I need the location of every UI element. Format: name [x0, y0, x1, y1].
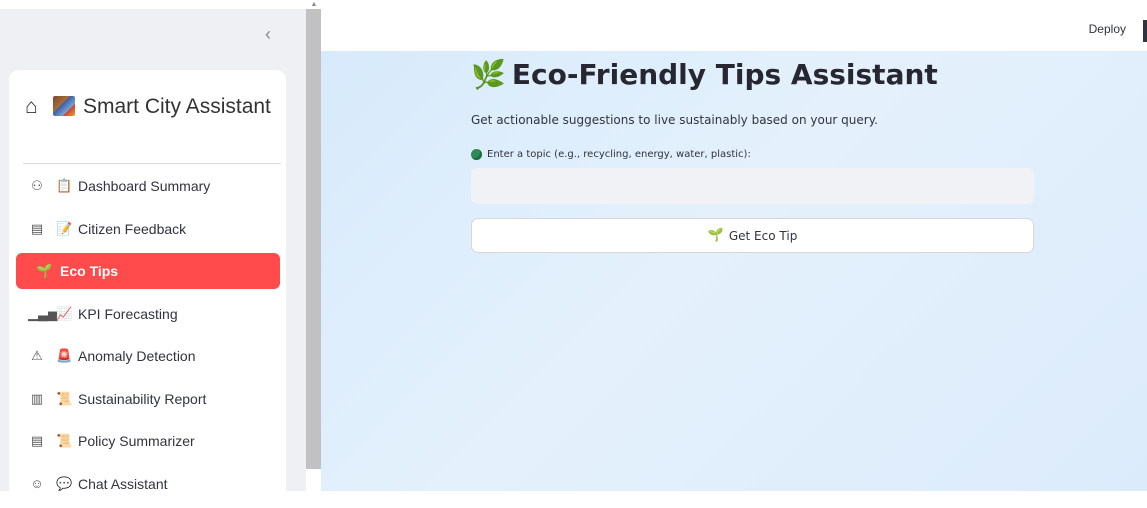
get-eco-tip-button[interactable]: 🌱 Get Eco Tip — [471, 218, 1034, 253]
scroll-up-arrow[interactable]: ▲ — [309, 0, 319, 9]
sidebar-item-emoji-icon: 💬 — [56, 475, 73, 491]
menu-edge[interactable] — [1143, 20, 1147, 42]
sidebar-item-emoji-icon: 🌱 — [36, 263, 53, 278]
chevron-left-icon: ‹ — [265, 24, 271, 44]
sidebar-item-label: Anomaly Detection — [78, 348, 196, 364]
sidebar-item[interactable]: ⚠ 🚨 Anomaly Detection — [16, 338, 280, 374]
city-icon — [53, 96, 75, 116]
home-icon: ⌂ — [25, 95, 38, 118]
sidebar-item-icon: ▥ — [30, 390, 44, 406]
sidebar-item-label: Citizen Feedback — [78, 220, 187, 237]
sidebar: ‹ ⌂ Smart City Assistant ⚇ 📋 Dashboard Summ… — [0, 9, 306, 500]
sidebar-item[interactable]: ☺ 💬 Chat Assistant — [16, 466, 280, 502]
sidebar-item-emoji-icon: 📋 — [56, 178, 73, 193]
sidebar-item-icon: ☺ — [30, 476, 44, 491]
sidebar-item-icon: ⚇ — [31, 178, 43, 193]
leaf-icon: 🌿 — [471, 58, 506, 91]
page-subtitle: Get actionable suggestions to live susta… — [471, 113, 878, 127]
sidebar-item-emoji-icon: 📈 — [56, 305, 73, 321]
sidebar-scrollbar[interactable] — [306, 9, 321, 469]
sidebar-item-icon: ▁▃▅ — [28, 305, 58, 321]
sidebar-item-emoji-icon: 📝 — [56, 220, 73, 236]
sidebar-item-label: Eco Tips — [60, 263, 119, 279]
sidebar-item-label: Policy Summarizer — [78, 433, 195, 449]
sidebar-item-icon: ▤ — [30, 220, 44, 236]
sidebar-item-label: Sustainability Report — [78, 390, 207, 407]
input-label: Enter a topic (e.g., recycling, energy, … — [471, 149, 751, 160]
sidebar-item-emoji-icon: 📜 — [56, 433, 73, 448]
sprout-icon: 🌱 — [707, 228, 724, 243]
sidebar-item[interactable]: ▤ 📝 Citizen Feedback — [16, 211, 280, 247]
sidebar-item-emoji-icon: 🚨 — [56, 348, 73, 363]
sidebar-item-icon: ⚠ — [31, 348, 43, 363]
nav-card: ⌂ Smart City Assistant ⚇ 📋 Dashboard Summar… — [9, 70, 286, 500]
page-title-text: Eco-Friendly Tips Assistant — [511, 58, 938, 91]
get-eco-tip-label: Get Eco Tip — [728, 228, 798, 243]
collapse-sidebar-button[interactable]: ‹ — [258, 24, 278, 44]
nav-header: ⌂ Smart City Assistant — [25, 91, 275, 122]
sidebar-item-emoji-icon: 📜 — [56, 390, 73, 406]
divider — [23, 163, 281, 164]
page-title: 🌿 Eco-Friendly Tips Assistant — [471, 58, 938, 91]
sidebar-item-label: Dashboard Summary — [78, 178, 211, 194]
sidebar-item-label: Chat Assistant — [78, 475, 168, 492]
sidebar-item[interactable]: ▤ 📜 Policy Summarizer — [16, 423, 280, 459]
sidebar-item-icon: ▤ — [30, 433, 44, 448]
green-circle-icon — [471, 149, 482, 160]
sidebar-item[interactable]: ▥ 📜 Sustainability Report — [16, 381, 280, 417]
input-label-text: Enter a topic (e.g., recycling, energy, … — [487, 149, 751, 160]
nav-list: ⚇ 📋 Dashboard Summary ▤ 📝 Citizen Feedback 🌱 Ec… — [16, 168, 280, 508]
main-content: 🌿 Eco-Friendly Tips Assistant Get actiona… — [321, 51, 1147, 491]
topic-input[interactable] — [471, 168, 1034, 204]
sidebar-item[interactable]: ⚇ 📋 Dashboard Summary — [16, 168, 280, 204]
sidebar-item[interactable]: ▁▃▅ 📈 KPI Forecasting — [16, 296, 280, 332]
nav-header-title: Smart City Assistant — [83, 95, 271, 118]
deploy-button[interactable]: Deploy — [1089, 22, 1126, 36]
sidebar-item[interactable]: 🌱 Eco Tips — [16, 253, 280, 289]
top-header: Deploy — [321, 0, 1147, 51]
sidebar-item-label: KPI Forecasting — [78, 305, 178, 322]
